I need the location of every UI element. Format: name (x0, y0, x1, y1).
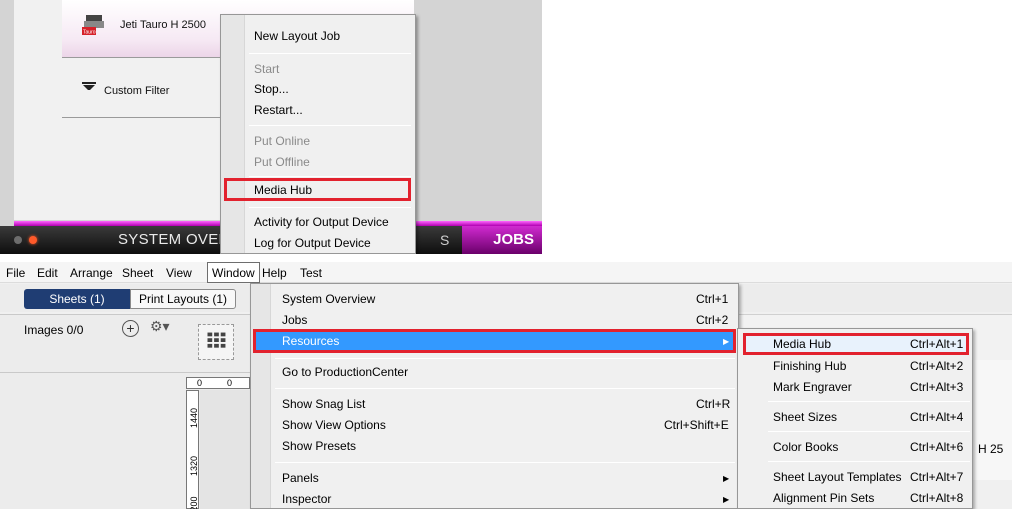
menu-separator (768, 461, 970, 462)
shortcut-media-hub: Ctrl+Alt+1 (910, 337, 964, 351)
grid-layout-icon[interactable] (198, 324, 234, 360)
gear-icon[interactable]: ⚙▾ (150, 318, 170, 335)
menu-item-media-hub[interactable]: Media Hub (254, 183, 312, 197)
submenu-arrow-icon: ▶ (723, 337, 730, 346)
submenu-item-media-hub[interactable]: Media Hub (773, 337, 831, 351)
menu-item-put-offline: Put Offline (254, 155, 310, 169)
sheet-canvas[interactable] (200, 390, 250, 509)
tab-print-layouts[interactable]: Print Layouts (1) (130, 289, 236, 309)
menu-item-show-snag-list[interactable]: Show Snag List (282, 397, 365, 411)
menu-separator (768, 401, 970, 402)
menu-item-resources[interactable]: Resources (282, 334, 339, 348)
menu-item-restart[interactable]: Restart... (254, 103, 303, 117)
window-menu-dropdown: System Overview Ctrl+1 Jobs Ctrl+2 Resou… (250, 283, 739, 509)
menu-separator (275, 388, 735, 389)
shortcut-show-view-options: Ctrl+Shift+E (664, 418, 729, 432)
shortcut-system-overview: Ctrl+1 (696, 292, 729, 306)
menu-item-panels[interactable]: Panels (282, 471, 319, 485)
menu-item-put-online: Put Online (254, 134, 311, 148)
menu-separator (249, 125, 411, 126)
submenu-arrow-icon: ▶ (723, 495, 730, 504)
menu-item-system-overview[interactable]: System Overview (282, 292, 375, 306)
ruler-h-label: 0 (227, 378, 233, 388)
menu-item-show-view-options[interactable]: Show View Options (282, 418, 386, 432)
menu-separator (249, 176, 411, 177)
ruler-h-label: 0 (197, 378, 203, 388)
ruler-v-label: 1320 (189, 455, 199, 477)
device-context-menu: New Layout Job Start Stop... Restart... … (220, 14, 416, 254)
resources-submenu: Media Hub Ctrl+Alt+1 Finishing Hub Ctrl+… (737, 328, 973, 509)
shortcut-show-snag-list: Ctrl+R (696, 397, 731, 411)
submenu-item-mark-engraver[interactable]: Mark Engraver (773, 380, 852, 394)
menu-window[interactable]: Window (207, 262, 260, 283)
status-dot-icon (14, 236, 22, 244)
device-name-fragment: H 25 (978, 442, 1004, 456)
menu-item-start: Start (254, 62, 280, 76)
ruler-v-label: 200 (189, 496, 199, 509)
menu-test[interactable]: Test (300, 266, 322, 280)
menu-separator (249, 207, 411, 208)
submenu-item-sheet-sizes[interactable]: Sheet Sizes (773, 410, 837, 424)
vertical-ruler: 1440 1320 200 (186, 390, 199, 509)
menu-separator (249, 53, 411, 54)
menu-gutter (221, 15, 245, 253)
media-hub-highlight-box (224, 178, 411, 201)
menu-item-go-to-productioncenter[interactable]: Go to ProductionCenter (282, 365, 408, 379)
shortcut-mark-engraver: Ctrl+Alt+3 (910, 380, 964, 394)
tab-jobs-label: JOBS (493, 231, 534, 248)
menu-gutter (251, 284, 271, 508)
horizontal-ruler: 0 0 (186, 377, 250, 389)
menu-item-stop[interactable]: Stop... (254, 82, 289, 96)
menu-separator (275, 462, 735, 463)
submenu-item-sheet-layout-templates[interactable]: Sheet Layout Templates (773, 470, 902, 484)
tab-jobs[interactable]: JOBS (462, 226, 542, 254)
menu-separator (275, 358, 735, 359)
menu-item-log-output-device[interactable]: Log for Output Device (254, 236, 371, 250)
menu-view[interactable]: View (166, 266, 192, 280)
menu-item-activity-output-device[interactable]: Activity for Output Device (254, 215, 389, 229)
shortcut-sheet-sizes: Ctrl+Alt+4 (910, 410, 964, 424)
menu-item-new-layout-job[interactable]: New Layout Job (254, 29, 340, 43)
submenu-arrow-icon: ▶ (723, 474, 730, 483)
menu-item-show-presets[interactable]: Show Presets (282, 439, 356, 453)
menu-sheet[interactable]: Sheet (122, 266, 153, 280)
shortcut-color-books: Ctrl+Alt+6 (910, 440, 964, 454)
menu-file[interactable]: File (6, 266, 25, 280)
top-screenshot-panel: Tauro Jeti Tauro H 2500 Custom Filter SY… (0, 0, 542, 254)
tab-sheets[interactable]: Sheets (1) (24, 289, 130, 309)
shortcut-finishing-hub: Ctrl+Alt+2 (910, 359, 964, 373)
submenu-item-color-books[interactable]: Color Books (773, 440, 838, 454)
device-name: Jeti Tauro H 2500 (120, 19, 207, 31)
bottom-screenshot-panel: File Edit Arrange Sheet View Window Help… (0, 262, 1012, 509)
status-dot-active-icon (29, 236, 37, 244)
submenu-item-finishing-hub[interactable]: Finishing Hub (773, 359, 846, 373)
menu-item-jobs[interactable]: Jobs (282, 313, 307, 327)
menu-item-inspector[interactable]: Inspector (282, 492, 331, 506)
menu-arrange[interactable]: Arrange (70, 266, 113, 280)
shortcut-jobs: Ctrl+2 (696, 313, 729, 327)
shortcut-sheet-layout-templates: Ctrl+Alt+7 (910, 470, 964, 484)
panel-divider (0, 372, 250, 373)
submenu-item-alignment-pin-sets[interactable]: Alignment Pin Sets (773, 491, 874, 505)
filter-icon (82, 82, 96, 90)
tab-system-overview[interactable]: SYSTEM OVER (118, 231, 230, 248)
menu-help[interactable]: Help (262, 266, 287, 280)
ruler-v-label: 1440 (189, 407, 199, 429)
add-icon[interactable]: + (122, 320, 139, 337)
menu-edit[interactable]: Edit (37, 266, 58, 280)
shortcut-alignment-pin-sets: Ctrl+Alt+8 (910, 491, 964, 505)
custom-filter-label: Custom Filter (104, 85, 170, 97)
device-logo-text: Tauro (83, 30, 96, 36)
menu-separator (768, 431, 970, 432)
printer-icon: Tauro (82, 15, 104, 36)
menu-bar: File Edit Arrange Sheet View Window Help… (0, 262, 1012, 283)
tab-partial[interactable]: S (440, 232, 449, 248)
images-count-label: Images 0/0 (24, 323, 84, 337)
